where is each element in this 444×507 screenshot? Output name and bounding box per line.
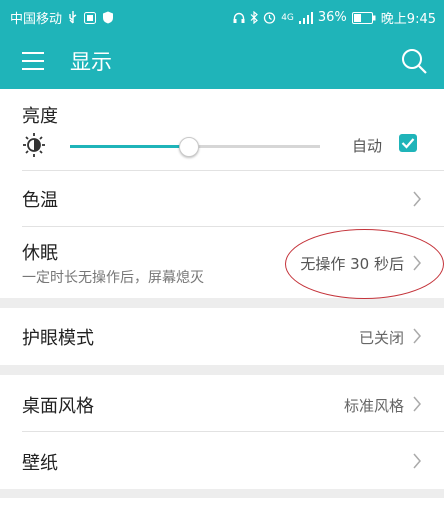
brightness-slider-thumb[interactable]: [178, 137, 199, 157]
shield-icon: [102, 11, 114, 24]
headset-icon: [233, 12, 245, 24]
auto-brightness-checkbox[interactable]: [399, 134, 417, 152]
chevron-right-icon: [413, 255, 421, 271]
sleep-value: 无操作 30 秒后: [300, 255, 404, 273]
desktop-style-row[interactable]: 桌面风格 标准风格: [0, 375, 444, 431]
eye-mode-label: 护眼模式: [22, 328, 94, 349]
app-bar: 显示: [0, 33, 444, 89]
eye-mode-row[interactable]: 护眼模式 已关闭: [0, 308, 444, 365]
signal-icon: [298, 11, 313, 24]
chevron-right-icon: [413, 191, 421, 207]
eye-mode-card: 护眼模式 已关闭: [0, 308, 444, 365]
color-temp-row[interactable]: 色温: [0, 171, 444, 226]
auto-brightness-label: 自动: [352, 137, 383, 155]
chevron-right-icon: [413, 328, 421, 344]
status-bar: 中国移动 4G 36% 晚上9:45: [0, 0, 444, 33]
brightness-label: 亮度: [22, 106, 58, 127]
sleep-subtitle: 一定时长无操作后，屏幕熄灭: [22, 270, 204, 286]
desktop-style-label: 桌面风格: [22, 396, 94, 417]
bluetooth-icon: [250, 11, 259, 24]
network-type-label: 4G: [281, 12, 294, 23]
carrier-label: 中国移动: [10, 12, 63, 27]
color-temp-label: 色温: [22, 190, 58, 211]
chevron-right-icon: [413, 453, 421, 469]
sleep-row[interactable]: 休眠 一定时长无操作后，屏幕熄灭 无操作 30 秒后: [0, 227, 444, 298]
desktop-card: 桌面风格 标准风格 壁纸: [0, 375, 444, 489]
usb-icon: [68, 10, 78, 25]
battery-percent: 36%: [317, 10, 347, 25]
alarm-icon: [263, 11, 276, 24]
brightness-slider-fill: [70, 145, 188, 148]
eye-mode-value: 已关闭: [358, 329, 404, 347]
page-title: 显示: [70, 50, 112, 74]
brightness-icon: [20, 133, 48, 157]
wallpaper-row[interactable]: 壁纸: [0, 432, 444, 489]
brightness-slider[interactable]: [70, 137, 320, 157]
search-icon[interactable]: [398, 45, 430, 77]
sleep-label: 休眠: [22, 243, 58, 264]
next-card: [0, 498, 444, 507]
battery-icon: [351, 11, 376, 24]
chevron-right-icon: [413, 396, 421, 412]
notification-icon: [84, 11, 97, 24]
desktop-style-value: 标准风格: [343, 397, 404, 415]
clock: 晚上9:45: [380, 12, 436, 27]
menu-icon[interactable]: [20, 48, 50, 74]
wallpaper-label: 壁纸: [22, 453, 58, 474]
